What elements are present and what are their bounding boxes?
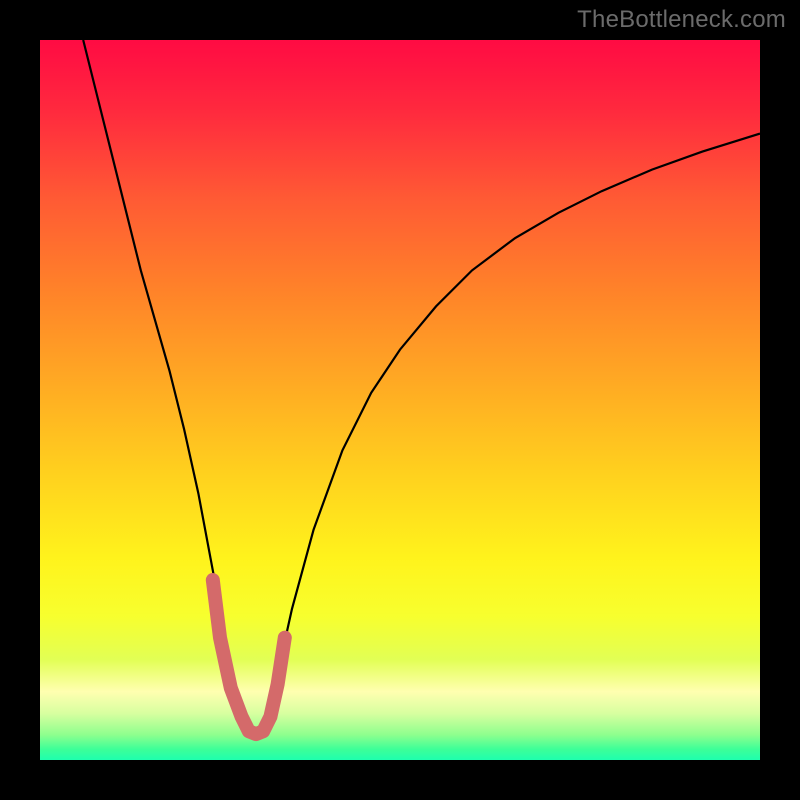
chart-frame: TheBottleneck.com [0, 0, 800, 800]
bottleneck-chart [40, 40, 760, 760]
gradient-background [40, 40, 760, 760]
watermark-text: TheBottleneck.com [577, 6, 786, 34]
